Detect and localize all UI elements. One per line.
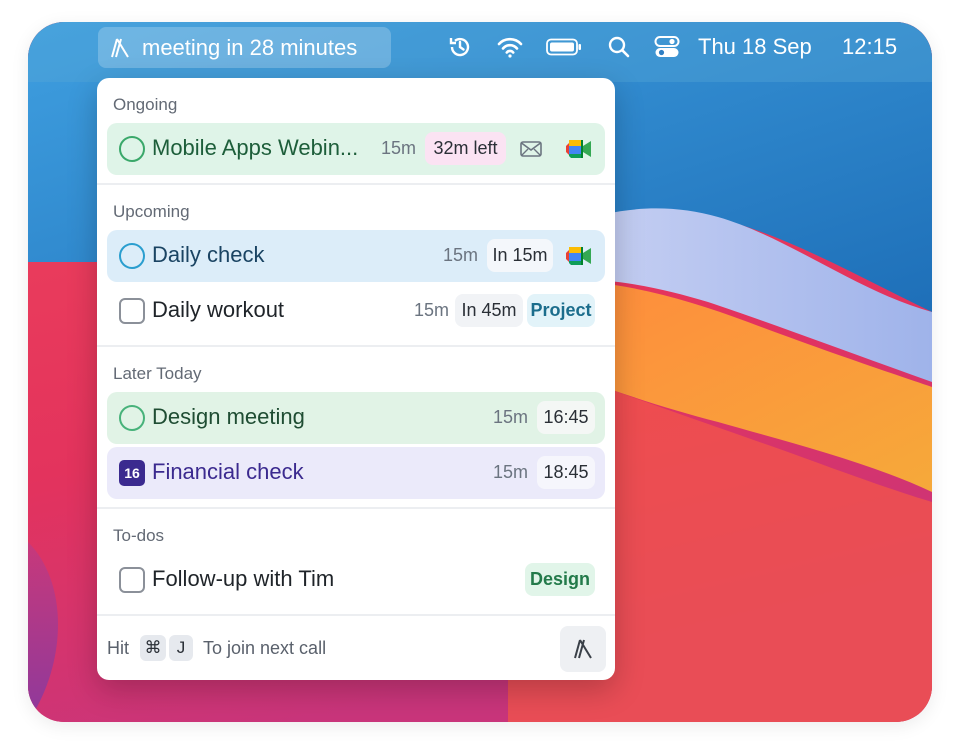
google-meet-icon[interactable] [563, 239, 595, 272]
control-center-icon[interactable] [653, 34, 681, 60]
event-status-circle[interactable] [119, 136, 145, 162]
time-machine-icon[interactable] [446, 34, 474, 60]
event-time-left-badge: 32m left [425, 132, 506, 165]
wifi-icon[interactable] [496, 34, 524, 60]
event-duration: 15m [493, 407, 529, 427]
section-todos-title: To-dos [113, 526, 165, 545]
mail-icon[interactable] [516, 132, 546, 165]
event-title: Financial check [152, 459, 304, 484]
menubar-time[interactable]: 12:15 [842, 34, 897, 60]
event-title: Design meeting [152, 404, 305, 429]
popover-footer: Hit ⌘ J To join next call [97, 616, 615, 680]
event-duration: 15m [493, 462, 529, 482]
j-key: J [169, 635, 193, 661]
todo-title: Follow-up with Tim [152, 566, 335, 591]
event-row-daily-check[interactable]: Daily check 15m In 15m [107, 230, 605, 282]
event-duration: 15m [443, 245, 479, 265]
app-logo-icon [108, 36, 132, 60]
menu-bar: meeting in 28 minutes Thu 18 Sep 12:15 [28, 22, 932, 72]
event-starts-in-badge: In 15m [487, 239, 553, 272]
event-starts-in-badge: In 45m [455, 294, 523, 327]
todo-row-follow-up[interactable]: Follow-up with Tim Design [107, 554, 605, 606]
event-row-mobile-apps[interactable]: Mobile Apps Webin... 15m 32m left [107, 123, 605, 175]
footer-hint-prefix: Hit [107, 638, 129, 658]
event-duration: 15m [381, 138, 417, 158]
meetings-popover: Ongoing Mobile Apps Webin... 15m 32m lef… [97, 78, 615, 680]
footer-hint-text: To join next call [203, 638, 327, 658]
app-logo-icon [574, 639, 592, 659]
event-row-design-meeting[interactable]: Design meeting 15m 16:45 [107, 392, 605, 444]
section-divider [97, 507, 615, 509]
task-checkbox[interactable] [119, 298, 145, 324]
battery-icon[interactable] [546, 34, 582, 60]
section-ongoing-title: Ongoing [113, 95, 178, 114]
project-tag[interactable]: Project [527, 294, 595, 327]
event-duration: 15m [414, 300, 450, 320]
event-title: Daily workout [152, 297, 285, 322]
search-icon[interactable] [605, 34, 633, 60]
event-title: Daily check [152, 242, 265, 267]
menubar-app-status[interactable]: meeting in 28 minutes [98, 27, 391, 68]
event-title: Mobile Apps Webin... [152, 135, 359, 160]
menubar-status-text: meeting in 28 minutes [142, 34, 358, 60]
section-divider [97, 345, 615, 347]
design-tag[interactable]: Design [525, 563, 595, 596]
command-key: ⌘ [140, 635, 166, 661]
event-status-circle[interactable] [119, 405, 145, 431]
section-later-today-title: Later Today [113, 364, 202, 383]
task-checkbox[interactable] [119, 567, 145, 593]
event-status-circle[interactable] [119, 243, 145, 269]
event-start-time: 16:45 [537, 401, 595, 434]
section-upcoming-title: Upcoming [113, 202, 190, 221]
calendar-day-badge: 16 [119, 460, 145, 486]
event-start-time: 18:45 [537, 456, 595, 489]
section-divider [97, 183, 615, 185]
app-logo-button[interactable] [560, 626, 606, 672]
event-row-daily-workout[interactable]: Daily workout 15m In 45m Project [107, 285, 605, 337]
google-meet-icon[interactable] [563, 132, 595, 165]
event-row-financial-check[interactable]: 16 Financial check 15m 18:45 [107, 447, 605, 499]
menubar-date[interactable]: Thu 18 Sep [698, 34, 812, 60]
